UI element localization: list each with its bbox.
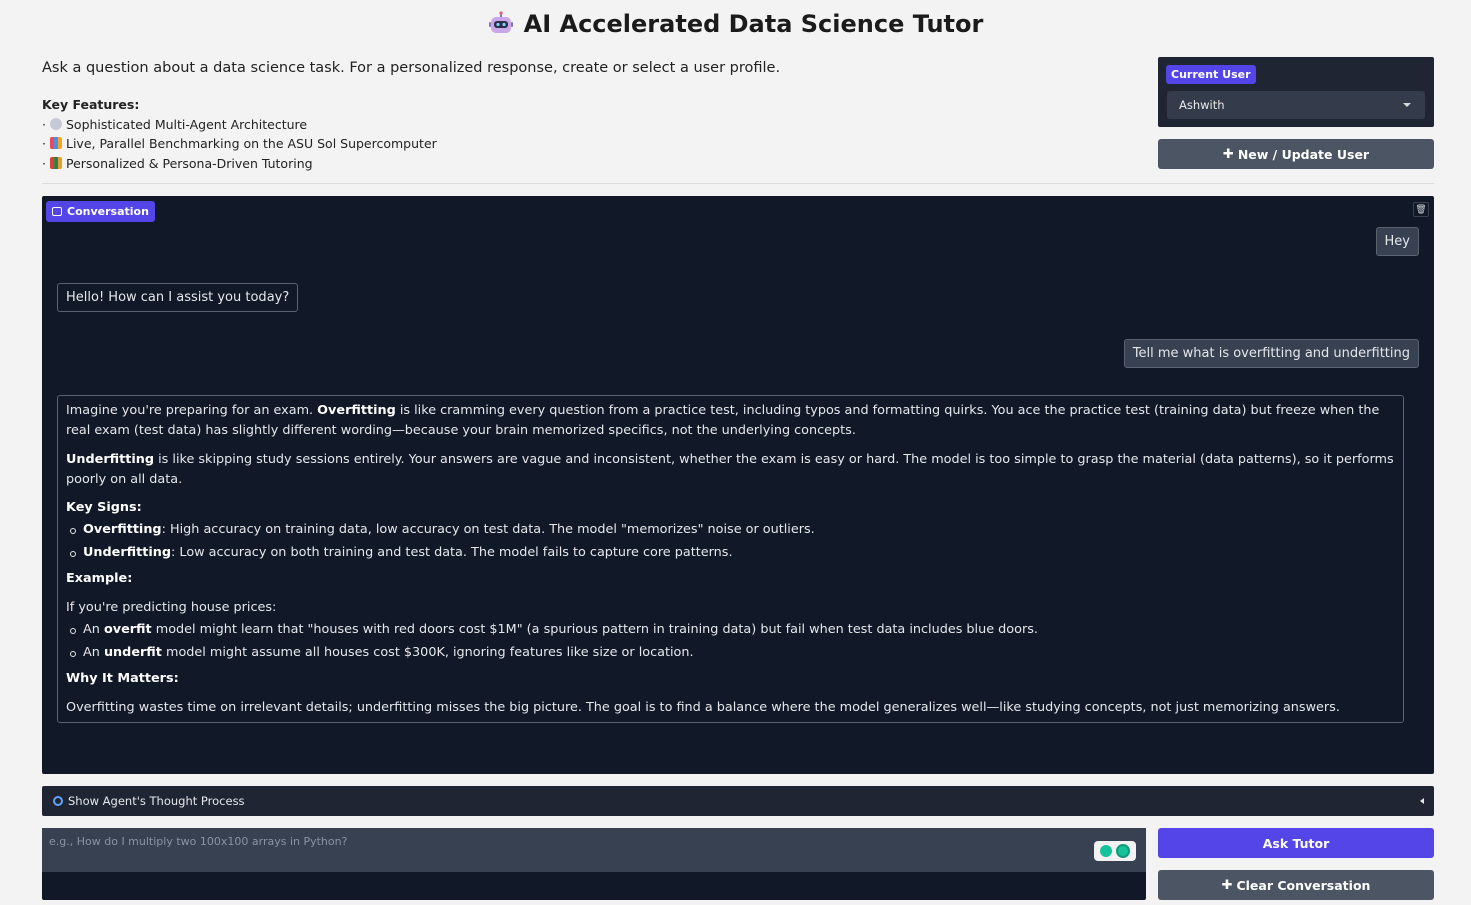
books-icon bbox=[49, 156, 62, 169]
feature-item: · Sophisticated Multi-Agent Architecture bbox=[42, 116, 308, 132]
ask-tutor-button[interactable]: Ask Tutor bbox=[1158, 828, 1434, 858]
features-heading: Key Features: bbox=[42, 97, 140, 112]
answer-heading: Why It Matters: bbox=[66, 671, 179, 686]
feature-item: · Personalized & Persona-Driven Tutoring bbox=[42, 155, 313, 171]
grammarly-dot-icon bbox=[1100, 845, 1112, 857]
list-item: Overfitting: High accuracy on training d… bbox=[66, 520, 1395, 540]
answer-paragraph: If you're predicting house prices: bbox=[66, 600, 277, 615]
magnifier-icon bbox=[53, 796, 63, 806]
list-item: Underfitting: Low accuracy on both train… bbox=[66, 543, 1395, 563]
answer-paragraph: Underfitting is like skipping study sess… bbox=[66, 452, 1394, 487]
list-item: An overfit model might learn that "house… bbox=[66, 620, 1395, 640]
current-user-panel: Current User Ashwith bbox=[1158, 57, 1434, 127]
chevron-down-icon bbox=[1403, 103, 1411, 107]
question-input[interactable] bbox=[42, 828, 1146, 872]
question-input-container bbox=[42, 828, 1146, 900]
answer-heading: Example: bbox=[66, 571, 133, 586]
page-title: AI Accelerated Data Science Tutor bbox=[523, 10, 984, 38]
user-select-dropdown[interactable]: Ashwith bbox=[1167, 91, 1425, 119]
bar-chart-icon bbox=[49, 137, 62, 149]
answer-heading: Key Signs: bbox=[66, 500, 142, 515]
new-update-user-button[interactable]: ✚ New / Update User bbox=[1158, 139, 1434, 169]
bot-message: Hello! How can I assist you today? bbox=[57, 283, 299, 312]
list-item: An underfit model might assume all house… bbox=[66, 643, 1395, 663]
trash-icon[interactable]: 🗑 bbox=[1413, 202, 1429, 217]
current-user-badge: Current User bbox=[1166, 65, 1256, 84]
grammarly-g-icon bbox=[1116, 844, 1130, 858]
gear-icon bbox=[49, 117, 62, 130]
caret-left-icon bbox=[1420, 798, 1424, 804]
user-message: Tell me what is overfitting and underfit… bbox=[1123, 339, 1419, 368]
divider bbox=[42, 183, 1434, 184]
grammarly-icon[interactable] bbox=[1094, 841, 1136, 861]
thought-process-toggle[interactable]: Show Agent's Thought Process bbox=[42, 786, 1434, 816]
robot-icon bbox=[488, 11, 513, 33]
example-list: An overfit model might learn that "house… bbox=[66, 620, 1395, 663]
intro-text: Ask a question about a data science task… bbox=[42, 60, 781, 76]
page-title-row: AI Accelerated Data Science Tutor bbox=[0, 10, 1471, 38]
plus-icon: ✚ bbox=[1222, 146, 1234, 162]
user-message: Hey bbox=[1375, 227, 1419, 256]
answer-paragraph: Imagine you're preparing for an exam. Ov… bbox=[66, 403, 1380, 438]
user-select-value: Ashwith bbox=[1179, 98, 1225, 112]
answer-paragraph: Overfitting wastes time on irrelevant de… bbox=[66, 700, 1340, 715]
conversation-panel: Conversation 🗑 Hey Hello! How can I assi… bbox=[42, 196, 1434, 774]
plus-icon: ✚ bbox=[1221, 877, 1233, 893]
chat-icon bbox=[52, 207, 62, 216]
bot-answer: Imagine you're preparing for an exam. Ov… bbox=[57, 395, 1404, 723]
features-list: Key Features: · Sophisticated Multi-Agent… bbox=[42, 95, 437, 173]
feature-item: · Live, Parallel Benchmarking on the ASU … bbox=[42, 136, 437, 151]
key-signs-list: Overfitting: High accuracy on training d… bbox=[66, 520, 1395, 563]
conversation-badge: Conversation bbox=[46, 201, 155, 222]
clear-conversation-button[interactable]: ✚ Clear Conversation bbox=[1158, 870, 1434, 900]
